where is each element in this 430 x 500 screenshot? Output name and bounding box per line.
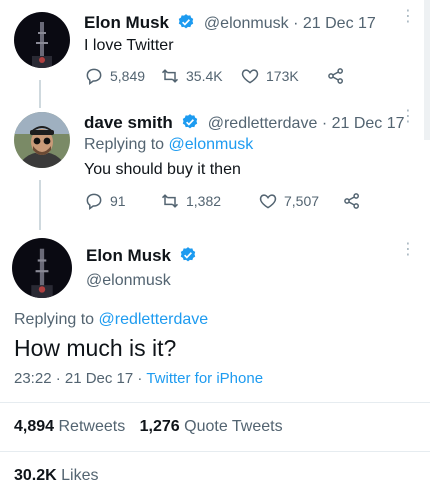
author-name[interactable]: Elon Musk [86,246,171,265]
share-button[interactable] [326,66,346,86]
replying-to-label: Replying to [14,311,95,328]
thread-line [39,180,41,230]
like-button[interactable]: 7,507 [258,191,342,211]
scrollbar[interactable] [424,0,430,140]
retweet-icon [161,194,179,208]
tweet-text: You should buy it then [84,161,241,178]
likes-stat[interactable]: 30.2K Likes [14,467,99,484]
more-icon[interactable]: ⋮ [400,242,416,258]
avatar[interactable] [14,112,70,168]
verified-icon [181,247,196,262]
like-icon [241,69,259,84]
more-icon[interactable]: ⋮ [400,9,416,25]
author-handle[interactable]: @elonmusk [86,272,171,290]
reply-count: 91 [110,193,126,209]
tweet-text: How much is it? [14,335,177,361]
author-handle[interactable]: @redletterdave [208,115,318,132]
retweet-count: 1,382 [186,193,222,209]
retweets-count: 4,894 [14,418,55,435]
author-name[interactable]: dave smith [84,113,173,132]
more-icon[interactable]: ⋮ [400,109,416,125]
avatar[interactable] [14,12,70,68]
reply-button[interactable]: 5,849 [84,66,160,86]
retweets-stat[interactable]: 4,894 Retweets [14,418,130,435]
tweet-source[interactable]: Twitter for iPhone [146,370,263,387]
quote-tweets-stat[interactable]: 1,276 Quote Tweets [140,418,283,435]
replying-to-link[interactable]: @redletterdave [99,311,209,328]
like-count: 7,507 [284,193,320,209]
reply-icon [86,193,102,210]
divider [0,402,430,403]
tweet-date[interactable]: · 21 Dec 17 [322,115,405,132]
replying-to-link[interactable]: @elonmusk [169,136,254,153]
likes-count: 30.2K [14,467,57,484]
replying-to-label: Replying to [84,136,165,153]
share-button[interactable] [342,191,362,211]
tweet-text: I love Twitter [84,37,174,54]
likes-label: Likes [61,467,99,484]
reply-icon [86,68,102,85]
author-name[interactable]: Elon Musk [84,13,169,32]
retweet-icon [161,69,179,83]
retweet-button[interactable]: 35.4K [160,66,240,86]
like-count: 173K [266,68,299,84]
share-icon [328,68,343,84]
share-icon [344,193,359,209]
avatar[interactable] [12,238,72,298]
author-handle[interactable]: @elonmusk [204,15,289,32]
reply-button[interactable]: 91 [84,191,160,211]
thread-line [39,80,41,108]
retweets-label: Retweets [58,418,126,435]
retweet-button[interactable]: 1,382 [160,191,258,211]
like-button[interactable]: 173K [240,66,326,86]
quote-tweets-count: 1,276 [139,418,180,435]
reply-count: 5,849 [110,68,146,84]
quote-tweets-label: Quote Tweets [184,418,283,435]
retweet-count: 35.4K [186,68,223,84]
like-icon [259,194,277,209]
tweet-date[interactable]: · 21 Dec 17 [293,15,376,32]
tweet-timestamp[interactable]: 23:22 · 21 Dec 17 · [14,370,142,387]
verified-icon [183,114,198,129]
verified-icon [179,14,194,29]
divider [0,451,430,452]
